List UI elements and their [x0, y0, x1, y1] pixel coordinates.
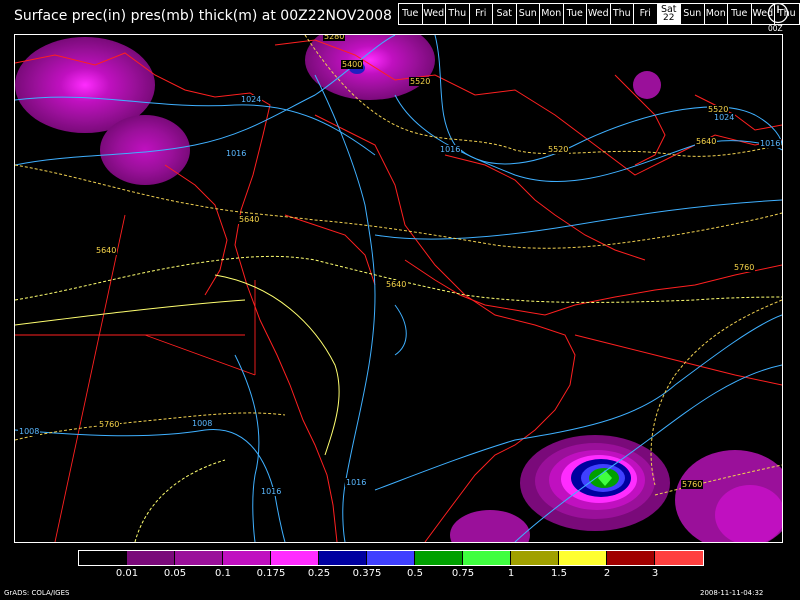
day-cell: Thu	[446, 4, 470, 24]
thickness-label: 5520	[409, 77, 432, 86]
day-name: Thu	[612, 8, 631, 19]
thickness-label: 5520	[547, 145, 570, 154]
day-cell: Tue	[564, 4, 587, 24]
day-name: Mon	[705, 8, 726, 19]
day-cell: Wed	[587, 4, 611, 24]
thickness-label: 5760	[681, 480, 704, 489]
colorbar-label: 0.25	[307, 568, 331, 579]
colorbar-swatch	[223, 551, 271, 565]
day-name: Tue	[731, 8, 748, 19]
precip-area-caspian	[633, 71, 661, 99]
colorbar-label: 0.375	[352, 568, 382, 579]
colorbar-swatch	[655, 551, 703, 565]
colorbar-swatch	[463, 551, 511, 565]
pressure-label: 1016	[759, 139, 782, 148]
colorbar-label: 3	[651, 568, 659, 579]
day-cell: Fri	[634, 4, 658, 24]
colorbar-label: 0.175	[256, 568, 286, 579]
colorbar-swatch	[511, 551, 559, 565]
forecast-day-strip: Tue Wed Thu Fri Sat Sun Mon Tue Wed Thu Fri Sat 22 Su…	[398, 3, 800, 25]
thickness-label: 5640	[238, 215, 261, 224]
day-cell: Thu	[611, 4, 634, 24]
clock-icon	[767, 2, 789, 24]
day-name: Fri	[475, 8, 487, 19]
colorbar-label: 0.5	[407, 568, 423, 579]
day-name: Tue	[402, 8, 419, 19]
day-cell: Sat	[493, 4, 517, 24]
colorbar-swatch	[127, 551, 175, 565]
day-cell: Tue	[728, 4, 752, 24]
thickness-label: 5640	[695, 137, 718, 146]
colorbar-swatch	[367, 551, 415, 565]
pressure-label: 1016	[260, 487, 283, 496]
pressure-label: 1016	[345, 478, 368, 487]
colorbar-swatch	[559, 551, 607, 565]
precip-colorbar	[78, 550, 704, 566]
day-date: 22	[663, 13, 675, 23]
day-cell: Sun	[517, 4, 540, 24]
day-name: Tue	[566, 8, 583, 19]
colorbar-label: 1.5	[551, 568, 567, 579]
map-title: Surface prec(in) pres(mb) thick(m) at 00…	[14, 8, 392, 24]
day-name: Sun	[518, 8, 537, 19]
precip-area-black-sea	[305, 35, 435, 100]
colorbar-swatch	[607, 551, 655, 565]
day-name: Sat	[496, 8, 513, 19]
pressure-label: 1024	[240, 95, 263, 104]
day-name: Fri	[639, 8, 651, 19]
day-cell: Sun	[681, 4, 705, 24]
colorbar-label: 0.01	[115, 568, 139, 579]
colorbar-swatch	[319, 551, 367, 565]
credit-text: GrADS: COLA/IGES	[4, 589, 70, 597]
pressure-label: 1008	[191, 419, 214, 428]
colorbar-label: 1	[507, 568, 515, 579]
colorbar-swatch	[79, 551, 127, 565]
thickness-label: 5640	[385, 280, 408, 289]
colorbar-label: 2	[603, 568, 611, 579]
colorbar-swatch	[271, 551, 319, 565]
day-name: Thu	[448, 8, 467, 19]
day-cell: Wed	[423, 4, 446, 24]
thickness-label: 5760	[98, 420, 121, 429]
day-name: Mon	[541, 8, 562, 19]
precip-area-africa	[450, 510, 530, 542]
day-name: Wed	[423, 8, 445, 19]
colorbar-swatch	[175, 551, 223, 565]
day-cell: Mon	[540, 4, 564, 24]
map-panel: 5280 5400 5520 5520 5520 5640 5640 5640 …	[14, 34, 783, 543]
colorbar-label: 0.75	[451, 568, 475, 579]
pressure-label: 1016	[225, 149, 248, 158]
thickness-label: 5280	[323, 34, 346, 41]
day-cell: Mon	[705, 4, 728, 24]
thickness-solid	[15, 274, 340, 456]
pressure-label: 1008	[18, 427, 41, 436]
pressure-label: 1024	[713, 113, 736, 122]
thickness-label: 5640	[95, 246, 118, 255]
day-name: Wed	[587, 8, 609, 19]
timestamp-text: 2008-11-11-04:32	[700, 589, 764, 597]
pressure-label: 1016	[439, 145, 462, 154]
day-cell: Fri	[470, 4, 493, 24]
day-name: Sun	[683, 8, 702, 19]
thickness-label: 5400	[341, 60, 364, 69]
colorbar-label: 0.1	[215, 568, 231, 579]
borders	[15, 214, 256, 542]
precip-area-northwest-tail	[100, 115, 190, 185]
day-cell: Sat 22	[657, 4, 681, 24]
thickness-label: 5760	[733, 263, 756, 272]
day-cell: Tue	[399, 4, 423, 24]
colorbar-label: 0.05	[163, 568, 187, 579]
clock-label: 00Z	[768, 24, 783, 33]
colorbar-swatch	[415, 551, 463, 565]
